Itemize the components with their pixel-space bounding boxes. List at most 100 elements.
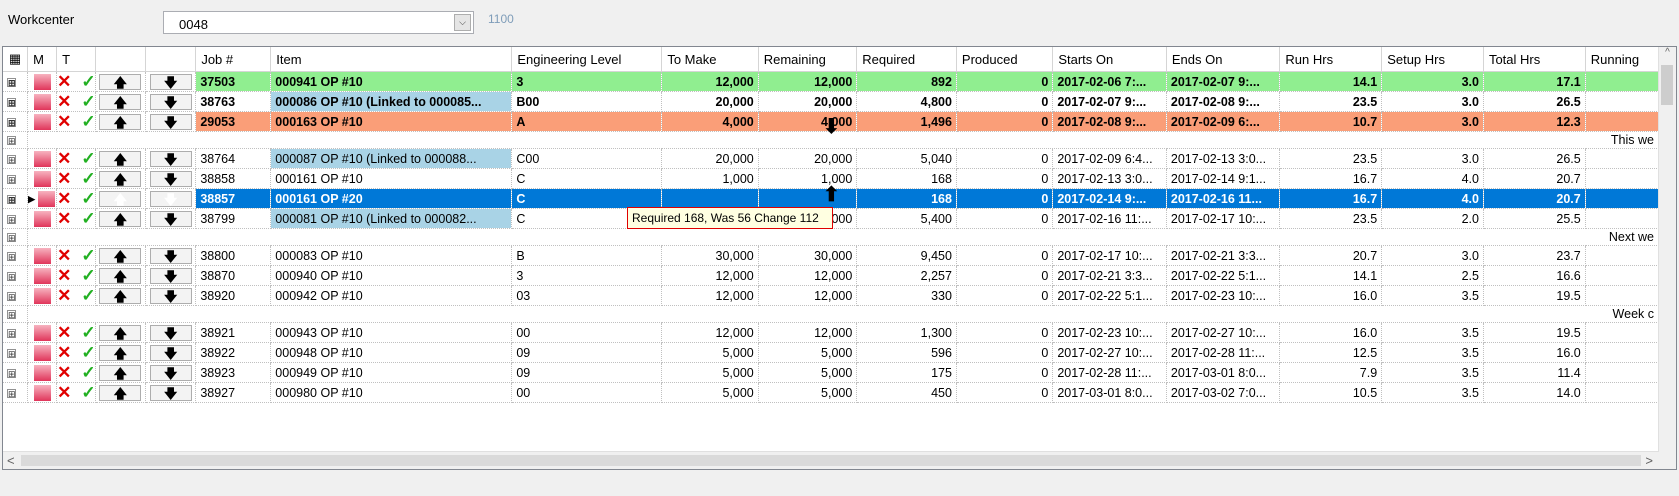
row-m-cell[interactable] [27,265,58,286]
required-cell[interactable]: 168 [856,168,957,189]
column-header-8[interactable]: To Make [661,47,759,72]
checkmark-icon[interactable]: ✓ [81,92,94,111]
table-row[interactable]: ⊞ ✕ ✓ 🡅 🡇 38920 000942 OP #10 03 12,000 12,000 330… [3,285,1664,306]
remaining-cell[interactable]: 20,000 [758,148,858,169]
row-expand-cell[interactable]: ⊞ [3,245,29,266]
checkmark-icon[interactable]: ✓ [81,246,94,265]
x-icon[interactable]: ✕ [57,343,71,362]
produced-cell[interactable]: 0 [956,322,1054,343]
checkmark-icon[interactable]: ✓ [81,209,94,228]
group-expand-cell[interactable]: ⊞ [3,228,29,246]
run-hrs-cell[interactable]: 16.0 [1279,285,1383,306]
run-hrs-cell[interactable]: 10.7 [1279,111,1383,132]
row-color-swatch[interactable] [33,73,51,90]
remaining-cell[interactable]: 30,000 [758,245,858,266]
to-make-cell[interactable]: 12,000 [661,265,759,286]
engineering-level-cell[interactable]: C [511,188,663,209]
group-header-row[interactable]: ⊞ Next we [3,228,1663,246]
checkmark-icon[interactable]: ✓ [81,286,94,305]
group-header-row[interactable]: ⊞ Week c [3,305,1663,323]
row-color-swatch[interactable] [33,113,51,130]
plus-icon[interactable]: ⊞ [7,117,16,127]
move-up-button[interactable]: 🡅 [99,93,142,110]
remaining-cell[interactable]: 5,000 [758,382,858,403]
plus-icon[interactable]: ⊞ [7,310,16,320]
ends-on-cell[interactable]: 2017-02-07 9:... [1166,71,1281,92]
move-up-button-cell[interactable]: 🡅 [95,382,146,403]
row-t-cell[interactable]: ✕ ✓ [56,322,96,343]
move-down-button[interactable]: 🡇 [149,190,192,207]
move-down-button-cell[interactable]: 🡇 [145,245,197,266]
required-cell[interactable]: 330 [856,285,957,306]
move-up-button[interactable]: 🡅 [99,247,142,264]
starts-on-cell[interactable]: 2017-02-14 9:... [1052,188,1167,209]
to-make-cell[interactable]: 12,000 [661,285,759,306]
item-cell[interactable]: 000161 OP #10 [270,168,513,189]
column-header-15[interactable]: Setup Hrs [1381,47,1484,72]
move-up-button-cell[interactable]: 🡅 [95,322,146,343]
produced-cell[interactable]: 0 [956,245,1054,266]
column-header-7[interactable]: Engineering Level [511,47,663,72]
row-m-cell[interactable] [27,91,58,112]
table-row[interactable]: ⊞ ✕ ✓ 🡅 🡇 37503 000941 OP #10 3 12,000 12,000 892 0… [3,71,1664,92]
move-down-button-cell[interactable]: 🡇 [145,71,197,92]
setup-hrs-cell[interactable]: 3.5 [1381,322,1484,343]
checkmark-icon[interactable]: ✓ [81,169,94,188]
produced-cell[interactable]: 0 [956,265,1054,286]
move-down-button[interactable]: 🡇 [149,170,192,187]
checkmark-icon[interactable]: ✓ [81,112,94,131]
row-m-cell[interactable] [27,148,58,169]
move-down-button[interactable]: 🡇 [149,324,192,341]
produced-cell[interactable]: 0 [956,382,1054,403]
row-m-cell[interactable]: ▶ [27,188,58,209]
item-cell[interactable]: 000940 OP #10 [270,265,513,286]
row-t-cell[interactable]: ✕ ✓ [56,71,96,92]
run-hrs-cell[interactable]: 16.7 [1279,188,1383,209]
running-cell[interactable] [1585,245,1664,266]
to-make-cell[interactable]: 20,000 [661,148,759,169]
setup-hrs-cell[interactable]: 3.0 [1381,71,1484,92]
row-t-cell[interactable]: ✕ ✓ [56,285,96,306]
running-cell[interactable] [1585,322,1664,343]
row-m-cell[interactable] [27,168,58,189]
setup-hrs-cell[interactable]: 3.0 [1381,148,1484,169]
chevron-down-icon[interactable]: ⌵ [454,14,471,31]
move-up-button-cell[interactable]: 🡅 [95,265,146,286]
move-down-button[interactable]: 🡇 [149,267,192,284]
row-m-cell[interactable] [27,362,58,383]
starts-on-cell[interactable]: 2017-02-17 10:... [1052,245,1167,266]
x-icon[interactable]: ✕ [57,266,71,285]
item-cell[interactable]: 000081 OP #10 (Linked to 000082... [270,208,513,229]
move-up-button[interactable]: 🡅 [99,267,142,284]
produced-cell[interactable]: 0 [956,342,1054,363]
column-header-12[interactable]: Starts On [1052,47,1167,72]
row-m-cell[interactable] [27,285,58,306]
vertical-scrollbar[interactable]: ^ [1658,47,1676,453]
total-hrs-cell[interactable]: 19.5 [1483,322,1586,343]
item-cell[interactable]: 000161 OP #20 [270,188,513,209]
starts-on-cell[interactable]: 2017-02-27 10:... [1052,342,1167,363]
row-t-cell[interactable]: ✕ ✓ [56,188,96,209]
required-cell[interactable]: 596 [856,342,957,363]
produced-cell[interactable]: 0 [956,91,1054,112]
move-down-button-cell[interactable]: 🡇 [145,382,197,403]
ends-on-cell[interactable]: 2017-02-14 9:1... [1166,168,1281,189]
checkmark-icon[interactable]: ✓ [81,343,94,362]
required-cell[interactable]: 5,400 [856,208,957,229]
horizontal-scroll-thumb[interactable] [21,455,1641,466]
row-t-cell[interactable]: ✕ ✓ [56,111,96,132]
required-cell[interactable]: 1,300 [856,322,957,343]
running-cell[interactable] [1585,148,1664,169]
starts-on-cell[interactable]: 2017-03-01 8:0... [1052,382,1167,403]
ends-on-cell[interactable]: 2017-02-23 10:... [1166,285,1281,306]
checkmark-icon[interactable]: ✓ [81,72,94,91]
engineering-level-cell[interactable]: 09 [511,342,663,363]
item-cell[interactable]: 000163 OP #10 [270,111,513,132]
starts-on-cell[interactable]: 2017-02-28 11:... [1052,362,1167,383]
running-cell[interactable] [1585,285,1664,306]
row-color-swatch[interactable] [33,344,51,361]
produced-cell[interactable]: 0 [956,285,1054,306]
item-cell[interactable]: 000087 OP #10 (Linked to 000088... [270,148,513,169]
column-header-10[interactable]: Required [856,47,957,72]
starts-on-cell[interactable]: 2017-02-23 10:... [1052,322,1167,343]
